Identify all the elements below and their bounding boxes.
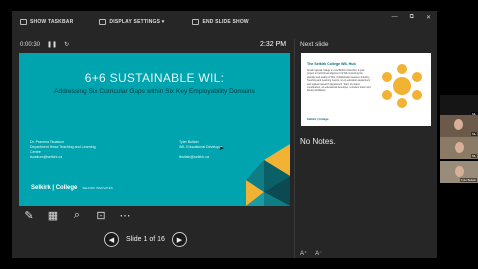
participant-tile[interactable]: ML [440,137,478,159]
next-slide-logo: Selkirk | College [307,117,329,121]
hub-diagram [382,64,422,108]
decrease-font-button[interactable]: A⁻ [315,250,322,257]
notes-font-controls: A⁺ A⁻ [300,250,322,257]
presenter-view: SHOW TASKBAR DISPLAY SETTINGS ▾ END SLID… [12,11,437,258]
pause-icon[interactable]: ❚❚ [47,41,57,48]
decorative-shapes [246,144,290,206]
presenter-1-info: Dr. Pravena Tsuakum Department Head Teac… [30,140,96,160]
presenter-2-email: tbullain@selkirk.ca [179,155,210,159]
presenter-2-role: WIL Educational Developer [179,145,223,149]
camera-off-icon[interactable]: ⊡ [94,209,108,222]
increase-font-button[interactable]: A⁺ [300,250,307,257]
end-slide-show-button[interactable]: END SLIDE SHOW [192,19,249,25]
previous-slide-button[interactable]: ◀ [104,232,119,247]
slides-grid-icon[interactable]: ▦ [46,209,60,222]
clock: 2:32 PM [260,41,287,48]
slide-title: 6+6 SUSTAINABLE WIL: [84,71,225,85]
elapsed-timer: 0:00:30 [20,41,41,48]
display-icon [99,19,107,25]
participant-tile[interactable]: Tyler Bullain [440,161,478,183]
close-icon[interactable]: ✕ [426,14,431,21]
slide-counter: Slide 1 of 16 [126,236,165,243]
pane-divider[interactable] [294,39,295,258]
next-slide-title: The Selkirk College WIL Hub [307,62,356,66]
timer-bar: 0:00:30 ❚❚ ↻ [20,41,69,49]
top-toolbar: SHOW TASKBAR DISPLAY SETTINGS ▾ END SLID… [12,11,437,33]
window-controls: — ⧉ ✕ [392,14,431,21]
slide-navigation: ◀ Slide 1 of 16 ▶ [104,232,187,247]
reset-icon[interactable]: ↻ [64,41,69,48]
next-slide-body: Small regional college in rural British … [307,69,371,93]
restore-icon[interactable]: ⧉ [410,14,414,21]
minimize-icon[interactable]: — [392,14,398,21]
avatar [454,119,463,130]
avatar [455,166,464,177]
presenter-1-email: tsuakum@selkirk.ca [30,155,63,159]
pen-icon[interactable]: ✎ [22,209,36,222]
avatar [455,142,464,153]
next-slide-button[interactable]: ▶ [171,232,187,247]
slide-subtitle: Addressing Six Curricular Gaps within Si… [54,88,255,95]
participant-tile[interactable]: ML [440,95,478,117]
end-show-icon [192,19,200,25]
presenter-2-info: Tyler Bullain WIL Educational Developer … [179,140,222,160]
taskbar-icon [20,19,27,25]
selkirk-logo: Selkirk | College SELKIRK INNOVATES [31,185,113,191]
zoom-icon[interactable]: ⌕ [70,209,84,222]
display-settings-button[interactable]: DISPLAY SETTINGS ▾ [99,19,164,25]
next-slide-label: Next slide [300,41,329,48]
speaker-notes[interactable]: No Notes. [300,137,336,146]
current-slide[interactable]: 6+6 SUSTAINABLE WIL: Addressing Six Curr… [19,53,290,206]
more-icon[interactable]: ⋯ [118,209,132,222]
show-taskbar-button[interactable]: SHOW TASKBAR [20,19,73,25]
presenter-tools: ✎ ▦ ⌕ ⊡ ⋯ [22,209,132,222]
screen: SHOW TASKBAR DISPLAY SETTINGS ▾ END SLID… [0,0,478,269]
next-slide-thumbnail[interactable]: The Selkirk College WIL Hub Small region… [301,53,431,126]
participant-tile[interactable]: ML [440,115,478,137]
